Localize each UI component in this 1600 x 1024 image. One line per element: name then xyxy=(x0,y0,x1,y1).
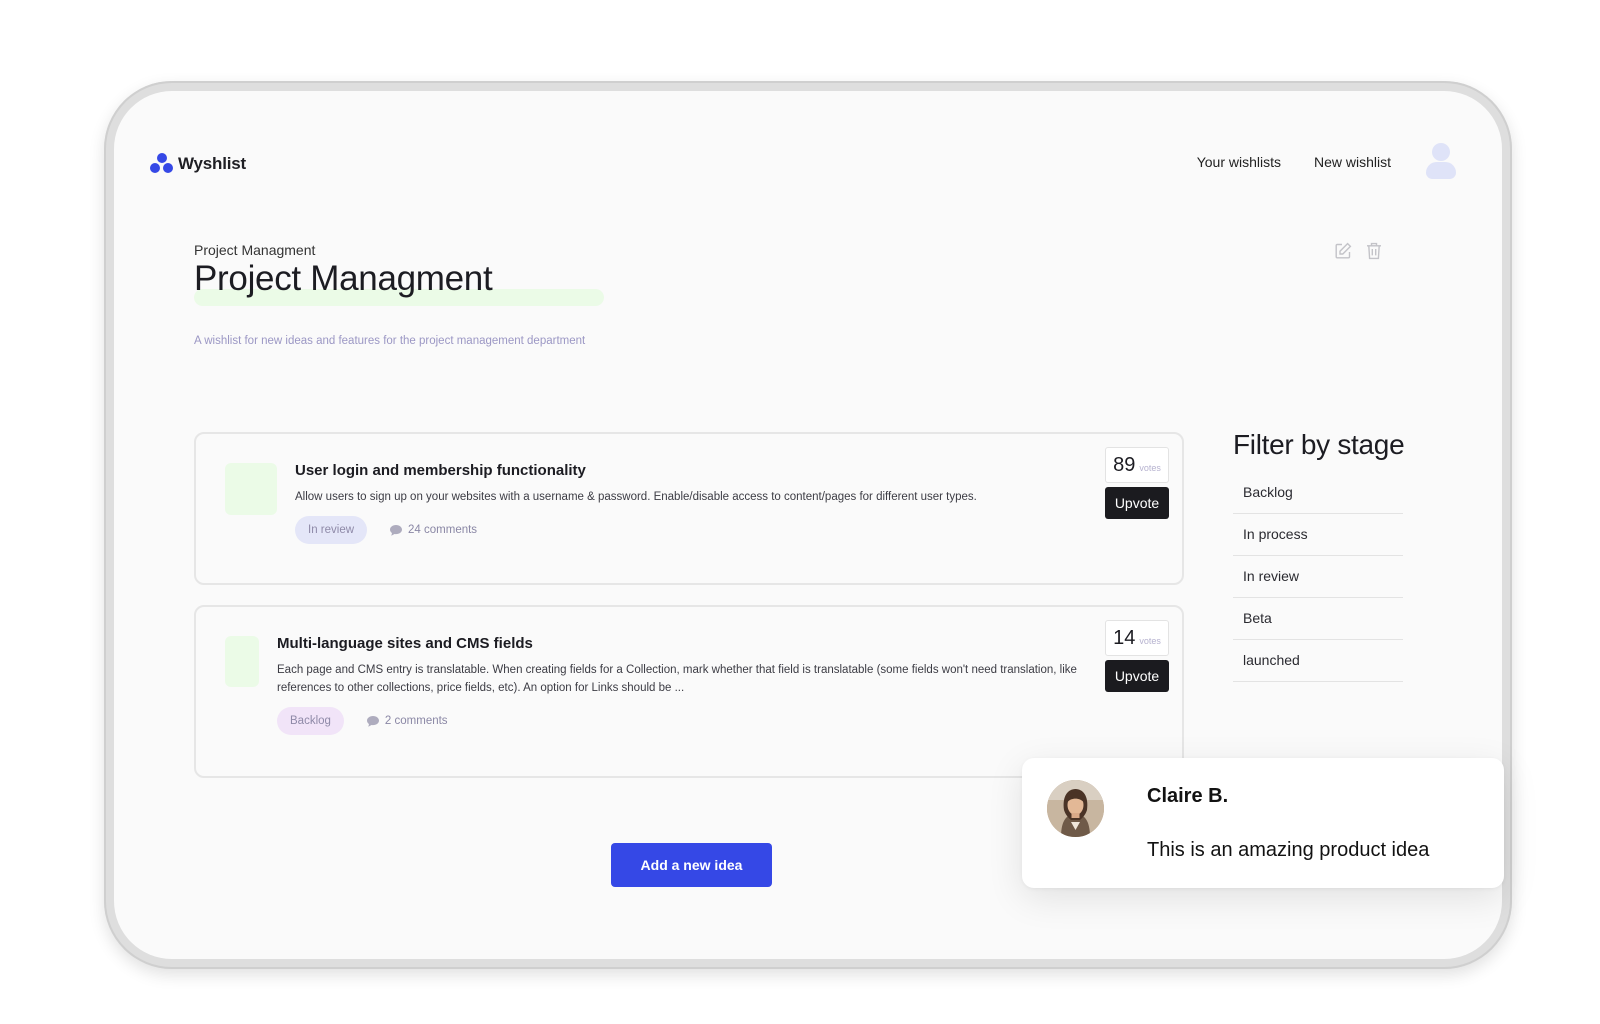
comments-link[interactable]: 2 comments xyxy=(366,715,448,728)
vote-number: 14 xyxy=(1113,627,1136,649)
idea-content: Multi-language sites and CMS fields Each… xyxy=(277,635,1092,735)
comments-link[interactable]: 24 comments xyxy=(389,524,477,537)
idea-description: Allow users to sign up on your websites … xyxy=(295,491,977,503)
idea-title[interactable]: User login and membership functionality xyxy=(295,462,1085,479)
header-actions xyxy=(1334,242,1382,260)
commenter-avatar xyxy=(1047,780,1104,837)
stage-badge: In review xyxy=(295,516,368,544)
comments-count: 2 comments xyxy=(384,715,448,727)
vote-label: votes xyxy=(1139,463,1161,473)
edit-icon[interactable] xyxy=(1334,242,1352,260)
stage-badge: Backlog xyxy=(277,707,344,735)
comment-text: This is an amazing product idea xyxy=(1147,839,1430,861)
add-idea-button[interactable]: Add a new idea xyxy=(611,843,772,887)
filter-title: Filter by stage xyxy=(1233,429,1405,460)
comment-popup: Claire B. This is an amazing product ide… xyxy=(1022,758,1504,888)
idea-card[interactable]: User login and membership functionality … xyxy=(194,432,1184,585)
idea-card[interactable]: Multi-language sites and CMS fields Each… xyxy=(194,605,1184,778)
title-block: Project Managment xyxy=(194,259,604,306)
idea-thumbnail xyxy=(225,636,259,687)
idea-content: User login and membership functionality … xyxy=(295,462,1085,544)
idea-meta: In review 24 comments xyxy=(295,516,1085,544)
comment-bubble-icon xyxy=(390,524,403,536)
upvote-button[interactable]: Upvote xyxy=(1105,487,1169,519)
filter-backlog[interactable]: Backlog xyxy=(1233,472,1403,514)
filter-in-process[interactable]: In process xyxy=(1233,514,1403,556)
commenter-name: Claire B. xyxy=(1147,785,1229,807)
filter-launched[interactable]: launched xyxy=(1233,640,1403,682)
idea-description: Each page and CMS entry is translatable.… xyxy=(277,664,1077,694)
vote-box: 14 votes Upvote xyxy=(1105,620,1169,692)
vote-count: 89 votes xyxy=(1105,447,1169,483)
vote-count: 14 votes xyxy=(1105,620,1169,656)
vote-label: votes xyxy=(1139,636,1161,646)
brand-name: Wyshlist xyxy=(178,154,246,173)
idea-meta: Backlog 2 comments xyxy=(277,707,1092,735)
idea-thumbnail xyxy=(225,463,277,515)
stage-filter-list: Backlog In process In review Beta launch… xyxy=(1233,472,1403,682)
comments-count: 24 comments xyxy=(408,524,478,536)
nav-your-wishlists[interactable]: Your wishlists xyxy=(1197,154,1281,170)
trash-icon[interactable] xyxy=(1366,242,1382,260)
page-subtitle: A wishlist for new ideas and features fo… xyxy=(194,335,586,347)
wyshlist-logo-icon xyxy=(150,153,174,175)
page-title: Project Managment xyxy=(194,259,493,298)
user-avatar-icon[interactable] xyxy=(1424,143,1458,181)
top-nav: Your wishlists New wishlist xyxy=(1197,143,1502,181)
breadcrumb[interactable]: Project Managment xyxy=(194,242,315,258)
vote-number: 89 xyxy=(1113,454,1136,476)
brand-logo[interactable]: Wyshlist xyxy=(150,153,246,175)
idea-title[interactable]: Multi-language sites and CMS fields xyxy=(277,635,1092,652)
nav-new-wishlist[interactable]: New wishlist xyxy=(1314,154,1391,170)
filter-beta[interactable]: Beta xyxy=(1233,598,1403,640)
filter-in-review[interactable]: In review xyxy=(1233,556,1403,598)
vote-box: 89 votes Upvote xyxy=(1105,447,1169,519)
comment-bubble-icon xyxy=(366,715,379,727)
upvote-button[interactable]: Upvote xyxy=(1105,660,1169,692)
